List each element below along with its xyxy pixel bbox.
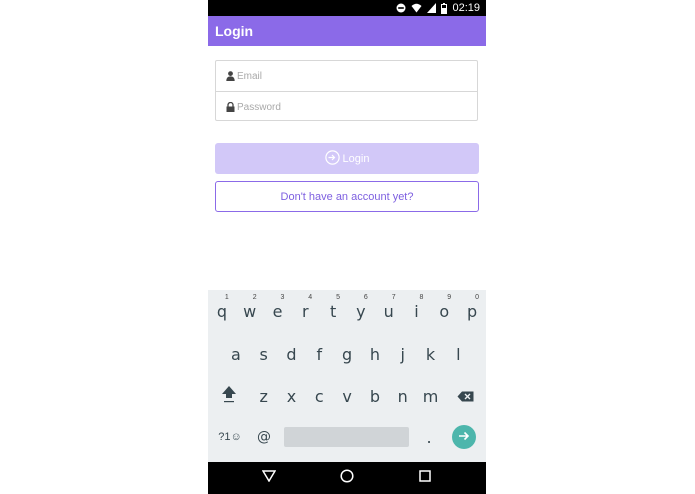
login-form	[215, 60, 478, 121]
login-button[interactable]: Login	[215, 143, 479, 174]
key-e[interactable]: e3	[264, 291, 292, 331]
keyboard-row-2: a s d f g h j k l	[208, 334, 486, 374]
key-s[interactable]: s	[250, 334, 278, 374]
space-bar[interactable]	[284, 427, 409, 447]
key-b[interactable]: b	[361, 376, 389, 416]
recents-button[interactable]	[417, 470, 433, 486]
key-j[interactable]: j	[389, 334, 417, 374]
email-row	[216, 61, 477, 91]
back-icon	[261, 469, 277, 487]
wifi-icon	[411, 3, 422, 13]
battery-icon	[441, 2, 448, 14]
signup-button-label: Don't have an account yet?	[280, 190, 414, 203]
status-time: 02:19	[452, 2, 480, 14]
key-z[interactable]: z	[250, 376, 278, 416]
key-f[interactable]: f	[305, 334, 333, 374]
key-y[interactable]: y6	[347, 291, 375, 331]
symbols-key[interactable]: ?1☺	[216, 417, 244, 457]
cellular-signal-icon	[427, 3, 437, 13]
person-icon	[226, 71, 237, 81]
keyboard-row-1: q1 w2 e3 r4 t5 y6 u7 i8 o9 p0	[208, 291, 486, 331]
home-icon	[340, 468, 354, 488]
shift-icon	[221, 385, 237, 407]
key-o[interactable]: o9	[430, 291, 458, 331]
system-nav-bar	[208, 462, 486, 494]
recents-icon	[419, 469, 431, 487]
key-u[interactable]: u7	[375, 291, 403, 331]
key-c[interactable]: c	[305, 376, 333, 416]
phone-screen: 02:19 Login Login Don't have an account …	[208, 0, 486, 494]
key-h[interactable]: h	[361, 334, 389, 374]
enter-key[interactable]	[452, 425, 476, 449]
key-x[interactable]: x	[278, 376, 306, 416]
key-a[interactable]: a	[222, 334, 250, 374]
page-title: Login	[215, 23, 254, 39]
key-t[interactable]: t5	[319, 291, 347, 331]
shift-key[interactable]	[215, 376, 243, 416]
key-d[interactable]: d	[278, 334, 306, 374]
at-key[interactable]: @	[250, 417, 278, 457]
key-q[interactable]: q1	[208, 291, 236, 331]
email-field[interactable]	[237, 70, 437, 82]
enter-arrow-icon	[458, 428, 470, 446]
key-i[interactable]: i8	[403, 291, 431, 331]
key-k[interactable]: k	[417, 334, 445, 374]
lock-icon	[226, 102, 237, 112]
key-r[interactable]: r4	[291, 291, 319, 331]
signup-link-button[interactable]: Don't have an account yet?	[215, 181, 479, 212]
password-field[interactable]	[237, 101, 437, 113]
login-button-label: Login	[342, 152, 370, 165]
backspace-icon	[457, 387, 474, 406]
status-icons: 02:19	[396, 2, 480, 14]
key-p[interactable]: p0	[458, 291, 486, 331]
app-bar: Login	[208, 16, 486, 46]
home-button[interactable]	[339, 468, 355, 488]
backspace-key[interactable]	[451, 376, 479, 416]
key-m[interactable]: m	[417, 376, 445, 416]
key-n[interactable]: n	[389, 376, 417, 416]
key-l[interactable]: l	[444, 334, 472, 374]
keyboard-row-3: z x c v b n m	[208, 376, 486, 416]
soft-keyboard: q1 w2 e3 r4 t5 y6 u7 i8 o9 p0 a s d f g …	[208, 290, 486, 462]
key-w[interactable]: w2	[236, 291, 264, 331]
sign-in-icon	[324, 149, 340, 168]
period-key[interactable]: .	[415, 417, 443, 457]
status-bar: 02:19	[208, 0, 486, 16]
back-button[interactable]	[261, 470, 277, 486]
do-not-disturb-icon	[396, 3, 406, 13]
key-g[interactable]: g	[333, 334, 361, 374]
key-v[interactable]: v	[333, 376, 361, 416]
password-row	[216, 91, 477, 122]
